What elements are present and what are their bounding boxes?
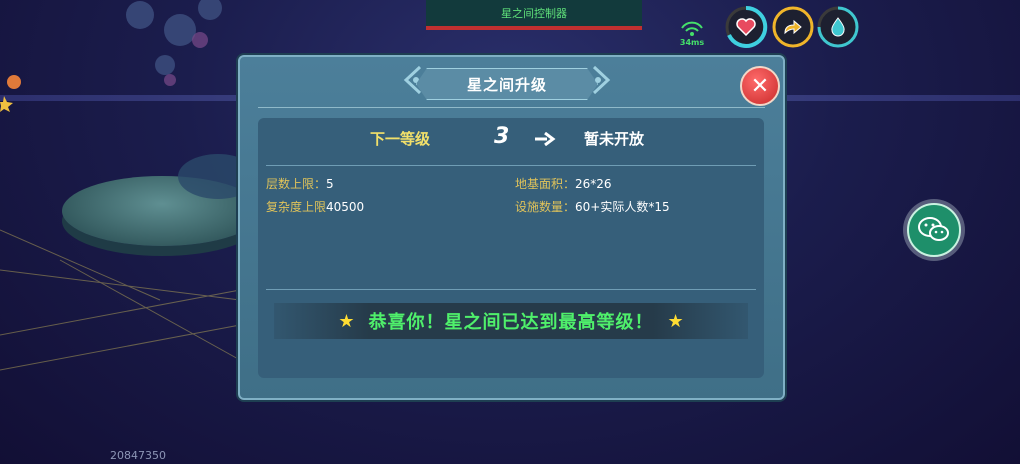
next-level-label: 下一等级 — [370, 130, 431, 148]
max-level-message: 恭喜你！星之间已达到最高等级！ — [368, 312, 654, 333]
stat-floors: 层数上限：5 — [266, 175, 334, 192]
title-divider — [258, 107, 765, 108]
stat-floors-value: 5 — [326, 177, 334, 191]
water-indicator[interactable] — [817, 6, 859, 48]
banner-divider — [266, 289, 756, 290]
stat-complexity-key: 复杂度上限 — [266, 200, 327, 214]
level-divider — [266, 165, 756, 166]
current-level: 3 — [494, 124, 510, 149]
stat-area: 地基面积：26*26 — [515, 175, 612, 192]
stat-facilities: 设施数量：60+实际人数*15 — [515, 198, 670, 215]
close-icon: ✕ — [750, 73, 770, 99]
stamina-indicator[interactable] — [772, 6, 814, 48]
ping-value: 34ms — [679, 38, 705, 47]
wifi-icon — [681, 21, 703, 36]
controller-top-bar[interactable]: 星之间控制器 — [426, 0, 642, 30]
player-id: 20847350 — [110, 449, 166, 462]
stat-floors-key: 层数上限： — [266, 177, 327, 191]
dialog-title: 星之间升级 — [466, 75, 547, 94]
star-icon: ★ — [338, 310, 355, 332]
stamina-ring — [772, 6, 814, 48]
health-ring — [725, 5, 768, 48]
wechat-icon — [907, 203, 961, 257]
max-level-banner: ★ 恭喜你！星之间已达到最高等级！ ★ — [274, 303, 748, 339]
stat-area-key: 地基面积： — [515, 177, 576, 191]
stat-area-value: 26*26 — [575, 177, 612, 191]
next-level-value: 暂未开放 — [584, 130, 645, 148]
dialog-content: 下一等级 3 暂未开放 层数上限：5 复杂度上限40500 地基面积：26*26… — [258, 118, 764, 378]
wechat-button[interactable] — [903, 199, 965, 261]
arrow-right-icon — [535, 132, 556, 146]
upgrade-dialog: 星之间升级 ✕ 下一等级 3 暂未开放 层数上限：5 复杂度上限40500 地基… — [238, 55, 785, 400]
stat-facilities-key: 设施数量： — [515, 200, 576, 214]
stat-facilities-value: 60+实际人数*15 — [575, 200, 670, 214]
title-ornament-right — [592, 65, 611, 95]
level-row: 下一等级 3 暂未开放 — [258, 118, 764, 162]
water-ring — [817, 6, 859, 48]
health-indicator[interactable] — [725, 5, 768, 48]
tree-decoration — [126, 0, 222, 86]
stat-complexity: 复杂度上限40500 — [266, 198, 364, 215]
dialog-title-plate: 星之间升级 — [402, 67, 612, 101]
stat-complexity-value: 40500 — [326, 200, 365, 214]
top-bar-label: 星之间控制器 — [501, 7, 567, 20]
star-icon: ★ — [667, 310, 684, 332]
network-ping: 34ms — [676, 20, 708, 48]
side-star-icon — [0, 75, 21, 112]
close-button[interactable]: ✕ — [740, 66, 780, 106]
